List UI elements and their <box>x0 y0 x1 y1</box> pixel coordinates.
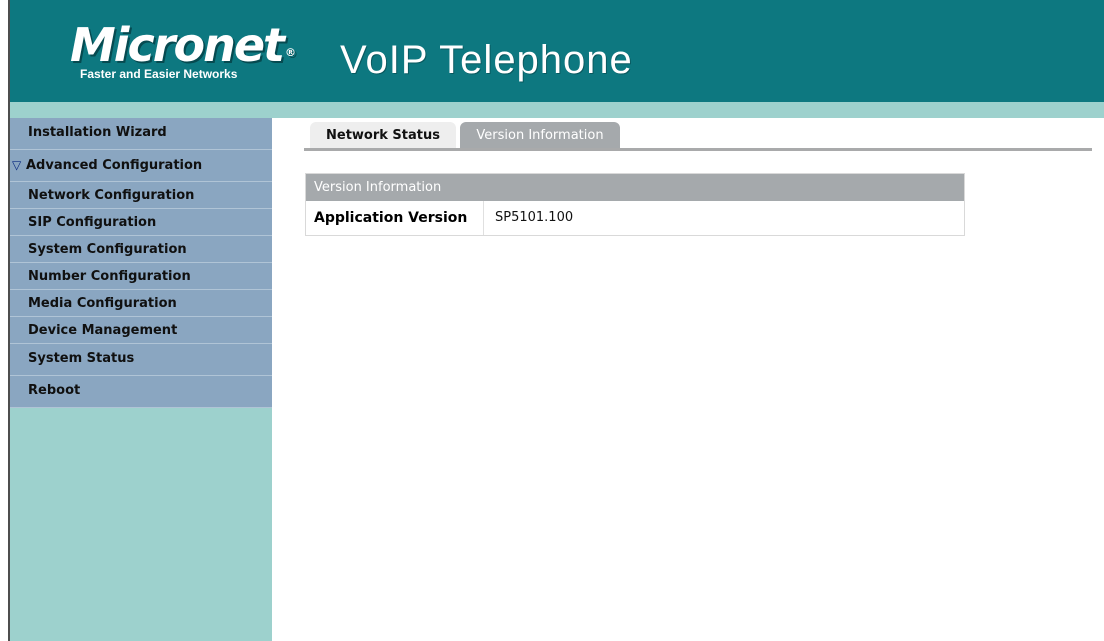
tab-underline <box>304 148 1092 151</box>
sidebar-item-network-configuration[interactable]: Network Configuration <box>10 182 272 209</box>
sidebar-item-reboot[interactable]: Reboot <box>10 376 272 408</box>
sidebar-menu: Installation Wizard ▽ Advanced Configurat… <box>10 118 272 641</box>
sidebar-item-label: Reboot <box>28 383 81 398</box>
sidebar-item-sip-configuration[interactable]: SIP Configuration <box>10 209 272 236</box>
tab-network-status[interactable]: Network Status <box>310 122 456 150</box>
sidebar-item-label: Device Management <box>28 323 178 338</box>
micronet-logo: Micronet ® Faster and Easier Networks <box>70 18 296 90</box>
sidebar-item-system-status[interactable]: System Status <box>10 344 272 376</box>
tab-version-information[interactable]: Version Information <box>460 122 620 150</box>
sidebar-item-number-configuration[interactable]: Number Configuration <box>10 263 272 290</box>
triangle-down-icon: ▽ <box>12 158 22 172</box>
header-strip <box>10 102 1104 118</box>
sidebar-item-label: SIP Configuration <box>28 215 157 230</box>
sidebar-item-label: Installation Wizard <box>28 125 167 140</box>
sidebar-item-label: System Configuration <box>28 242 187 257</box>
sidebar-item-installation-wizard[interactable]: Installation Wizard <box>10 118 272 150</box>
sidebar-item-label: System Status <box>28 351 135 366</box>
application-version-value: SP5101.100 <box>495 210 574 225</box>
sidebar-item-system-configuration[interactable]: System Configuration <box>10 236 272 263</box>
registered-mark: ® <box>285 46 296 59</box>
panel-title: Version Information <box>306 174 964 201</box>
sidebar-item-label: Number Configuration <box>28 269 191 284</box>
header-banner: Micronet ® Faster and Easier Networks VoI… <box>10 0 1104 102</box>
sidebar-item-label: Advanced Configuration <box>26 158 203 173</box>
sidebar-item-label: Media Configuration <box>28 296 177 311</box>
sidebar-item-label: Network Configuration <box>28 188 195 203</box>
table-row: Application Version SP5101.100 <box>306 201 964 235</box>
logo-wordmark: Micronet <box>70 18 285 72</box>
page-frame: Micronet ® Faster and Easier Networks VoI… <box>8 0 1104 641</box>
app-title: VoIP Telephone <box>340 38 633 82</box>
sidebar-item-device-management[interactable]: Device Management <box>10 317 272 344</box>
sidebar-item-advanced-configuration[interactable]: ▽ Advanced Configuration <box>10 150 272 182</box>
sidebar-item-media-configuration[interactable]: Media Configuration <box>10 290 272 317</box>
main-content: Network Status Version Information Versi… <box>272 118 1104 641</box>
application-version-label: Application Version <box>306 201 484 235</box>
version-info-panel: Version Information Application Version … <box>305 173 965 236</box>
